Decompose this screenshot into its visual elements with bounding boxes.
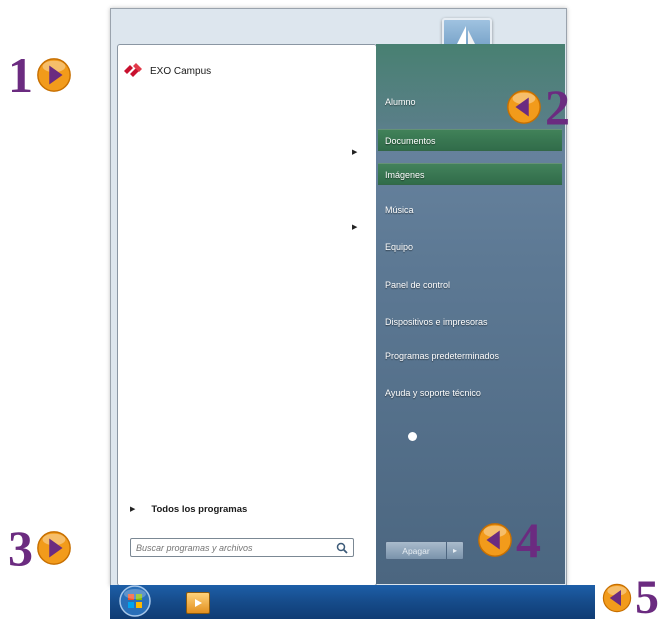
callout-number: 1 xyxy=(8,47,33,103)
search-box[interactable] xyxy=(130,538,354,557)
place-item-dispositivos-e-impresoras[interactable]: Dispositivos e impresoras xyxy=(385,317,488,327)
callout-number: 3 xyxy=(8,520,33,576)
submenu-arrow-icon[interactable]: ▶ xyxy=(352,148,360,158)
arrow-right-badge-icon xyxy=(37,58,71,92)
search-icon[interactable] xyxy=(336,542,348,554)
arrow-left-badge-icon xyxy=(478,523,512,557)
taskbar-media-player-button[interactable] xyxy=(186,592,210,614)
pinned-program-label: EXO Campus xyxy=(150,65,212,77)
callout-number: 4 xyxy=(516,512,541,568)
shutdown-button[interactable]: Apagar xyxy=(385,541,447,560)
arrow-left-badge-icon xyxy=(602,583,632,613)
search-input[interactable] xyxy=(136,542,316,553)
place-item-ayuda-y-soporte[interactable]: Ayuda y soporte técnico xyxy=(385,388,481,398)
place-item-imagenes[interactable]: Imágenes xyxy=(378,163,562,185)
exo-campus-logo-icon xyxy=(124,63,142,77)
shutdown-options-button[interactable]: ▸ xyxy=(447,541,464,560)
callout-5: 5 xyxy=(601,574,659,622)
all-programs-button[interactable]: ▶ Todos los programas xyxy=(130,502,247,516)
play-icon xyxy=(195,599,202,607)
arrow-left-badge-icon xyxy=(507,90,541,124)
callout-4: 4 xyxy=(476,515,541,565)
expand-arrow-icon: ▶ xyxy=(130,506,136,513)
taskbar xyxy=(110,585,595,619)
cursor-dot xyxy=(408,432,417,441)
callout-1: 1 xyxy=(8,50,73,100)
callout-number: 2 xyxy=(545,79,570,135)
place-item-panel-de-control[interactable]: Panel de control xyxy=(385,280,450,290)
windows-start-orb-icon[interactable] xyxy=(118,584,152,618)
callout-number: 5 xyxy=(635,571,659,624)
place-item-musica[interactable]: Música xyxy=(385,205,414,215)
place-item-programas-predeterminados[interactable]: Programas predeterminados xyxy=(385,351,499,361)
callout-3: 3 xyxy=(8,523,73,573)
callout-2: 2 xyxy=(505,82,570,132)
place-item-equipo[interactable]: Equipo xyxy=(385,242,413,252)
arrow-right-badge-icon xyxy=(37,531,71,565)
pinned-program-exo-campus[interactable]: EXO Campus xyxy=(124,60,211,82)
place-item-documentos[interactable]: Documentos xyxy=(378,129,562,151)
all-programs-label: Todos los programas xyxy=(151,503,248,515)
shutdown-control: Apagar ▸ xyxy=(385,541,464,560)
submenu-arrow-icon[interactable]: ▶ xyxy=(352,223,360,233)
place-item-alumno[interactable]: Alumno xyxy=(385,97,416,107)
